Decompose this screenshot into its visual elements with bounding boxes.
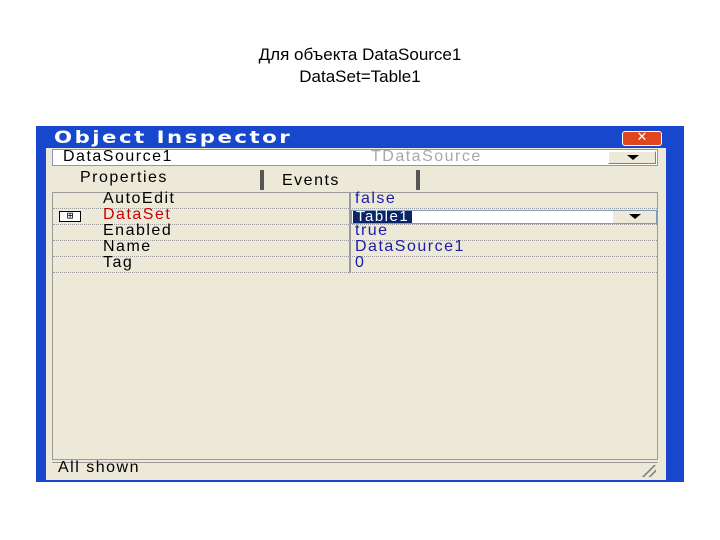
expand-plus-icon[interactable]: ⊞ [59,210,81,222]
tab-events[interactable]: Events [268,170,420,190]
property-value[interactable]: false [355,190,396,208]
object-inspector-window: Object Inspector ✕ DataSource1 TDataSour… [36,126,684,482]
slide-caption: Для объекта DataSource1 DataSet=Table1 [0,44,720,88]
resize-grip-icon[interactable] [642,465,656,477]
component-selector[interactable]: DataSource1 TDataSource [52,148,658,166]
caption-line-2: DataSet=Table1 [299,67,421,86]
close-icon: ✕ [636,130,648,145]
tab-properties[interactable]: Properties [66,170,264,190]
slide: Для объекта DataSource1 DataSet=Table1 O… [0,0,720,540]
component-type: TDataSource [371,148,482,165]
close-button[interactable]: ✕ [622,131,662,146]
component-name: DataSource1 [63,148,173,165]
window-title: Object Inspector [54,128,293,148]
property-name: Tag [103,254,134,271]
dataset-dropdown-button[interactable] [612,211,656,223]
property-grid: AutoEdit false ⊞ DataSet Table1 Enabled [52,190,658,460]
dataset-value-editor[interactable]: Table1 [351,209,657,224]
status-bar: All shown [52,459,658,478]
component-dropdown-button[interactable] [608,151,656,164]
caption-line-1: Для объекта DataSource1 [258,45,462,64]
inspector-tabs: Properties Events [52,170,658,190]
property-value[interactable]: DataSource1 [355,238,465,256]
property-row-tag[interactable]: Tag 0 [53,254,657,273]
status-text: All shown [58,459,140,476]
property-value[interactable]: 0 [355,254,365,272]
inspector-client-area: DataSource1 TDataSource Properties Event… [46,148,666,480]
